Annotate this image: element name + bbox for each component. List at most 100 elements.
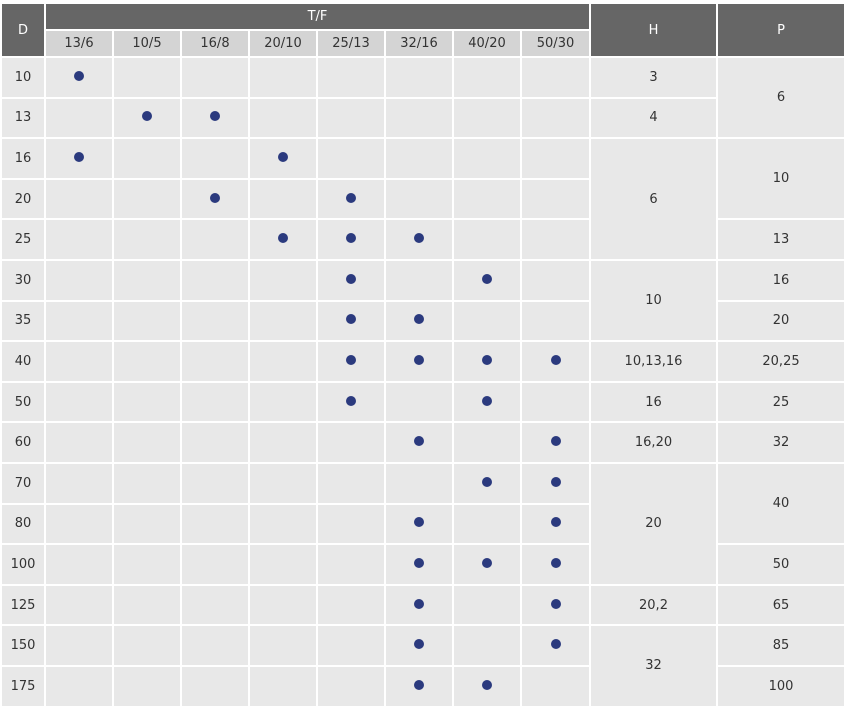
cell-tf [318,504,384,544]
cell-p: 13 [718,220,844,259]
cell-tf [318,342,384,381]
table-row: 25 13 [2,220,844,259]
cell-tf [522,342,589,381]
cell-tf [522,545,589,584]
cell-p: 65 [718,585,844,625]
cell-d: 175 [2,666,44,706]
cell-tf [182,58,248,97]
cell-tf [46,139,112,178]
dot-marker-icon [414,436,424,447]
cell-tf [454,382,520,422]
cell-tf [46,179,112,219]
cell-tf [46,58,112,97]
cell-tf [182,382,248,422]
cell-d: 80 [2,504,44,544]
cell-tf [386,139,452,178]
dot-marker-icon [278,151,288,162]
cell-d: 70 [2,463,44,503]
cell-tf [522,666,589,706]
cell-tf [522,58,589,97]
cell-d: 13 [2,98,44,138]
cell-h: 10 [591,260,716,341]
cell-tf [454,504,520,544]
dimension-table: D T/F H P 13/6 10/5 16/8 20/10 25/13 32/16 40/… [0,2,846,708]
dot-marker-icon [550,598,561,609]
cell-tf [250,260,316,300]
cell-tf [182,585,248,625]
dot-marker-icon [482,273,492,284]
cell-tf [522,504,589,544]
cell-tf [386,666,452,706]
dot-marker-icon [414,517,424,528]
cell-tf [522,260,589,300]
header-tf-32-16: 32/16 [386,31,452,56]
cell-tf [250,58,316,97]
cell-d: 125 [2,585,44,625]
header-tf-13-6: 13/6 [46,31,112,56]
cell-h: 3 [591,58,716,97]
cell-tf [114,301,180,341]
cell-tf [250,585,316,625]
cell-tf [250,545,316,584]
cell-tf [454,139,520,178]
cell-tf [114,585,180,625]
cell-d: 100 [2,545,44,584]
cell-tf [46,260,112,300]
cell-p: 100 [718,666,844,706]
dot-marker-icon [482,395,492,406]
cell-tf [454,463,520,503]
dot-marker-icon [346,233,356,244]
table-row: 50 16 25 [2,382,844,422]
cell-p: 50 [718,545,844,584]
cell-tf [46,666,112,706]
cell-tf [522,220,589,259]
cell-tf [318,139,384,178]
table-header: D T/F H P 13/6 10/5 16/8 20/10 25/13 32/16 40/… [2,4,844,56]
table-row: 35 20 [2,301,844,341]
header-tf: T/F [46,4,589,29]
cell-p: 25 [718,382,844,422]
cell-tf [522,463,589,503]
dot-marker-icon [74,151,84,162]
dot-marker-icon [550,436,561,447]
cell-p: 10 [718,139,844,219]
cell-tf [250,139,316,178]
cell-d: 20 [2,179,44,219]
cell-tf [46,220,112,259]
table-row: 30 10 16 [2,260,844,341]
dot-marker-icon [346,192,356,203]
dot-marker-icon [550,639,561,650]
cell-tf [318,98,384,138]
cell-tf [318,423,384,462]
cell-tf [522,585,589,625]
cell-tf [250,98,316,138]
cell-tf [114,220,180,259]
cell-h: 16 [591,382,716,422]
dot-marker-icon [210,111,220,122]
dot-marker-icon [414,639,424,650]
dot-marker-icon [278,233,288,244]
cell-tf [250,342,316,381]
cell-h: 32 [591,626,716,706]
cell-d: 25 [2,220,44,259]
cell-d: 16 [2,139,44,178]
cell-tf [182,545,248,584]
cell-tf [454,342,520,381]
cell-p: 16 [718,260,844,300]
header-row-top: D T/F H P [2,4,844,56]
cell-tf [182,626,248,665]
header-tf-16-8: 16/8 [182,31,248,56]
cell-d: 10 [2,58,44,97]
header-p: P [718,4,844,56]
cell-tf [250,179,316,219]
cell-tf [386,260,452,300]
cell-tf [386,98,452,138]
table-row: 40 10,13,16 20,25 [2,342,844,381]
cell-tf [318,666,384,706]
cell-tf [454,58,520,97]
cell-tf [386,463,452,503]
table-row: 100 50 [2,545,844,584]
cell-tf [522,301,589,341]
header-d: D [2,4,44,56]
dot-marker-icon [482,354,492,365]
